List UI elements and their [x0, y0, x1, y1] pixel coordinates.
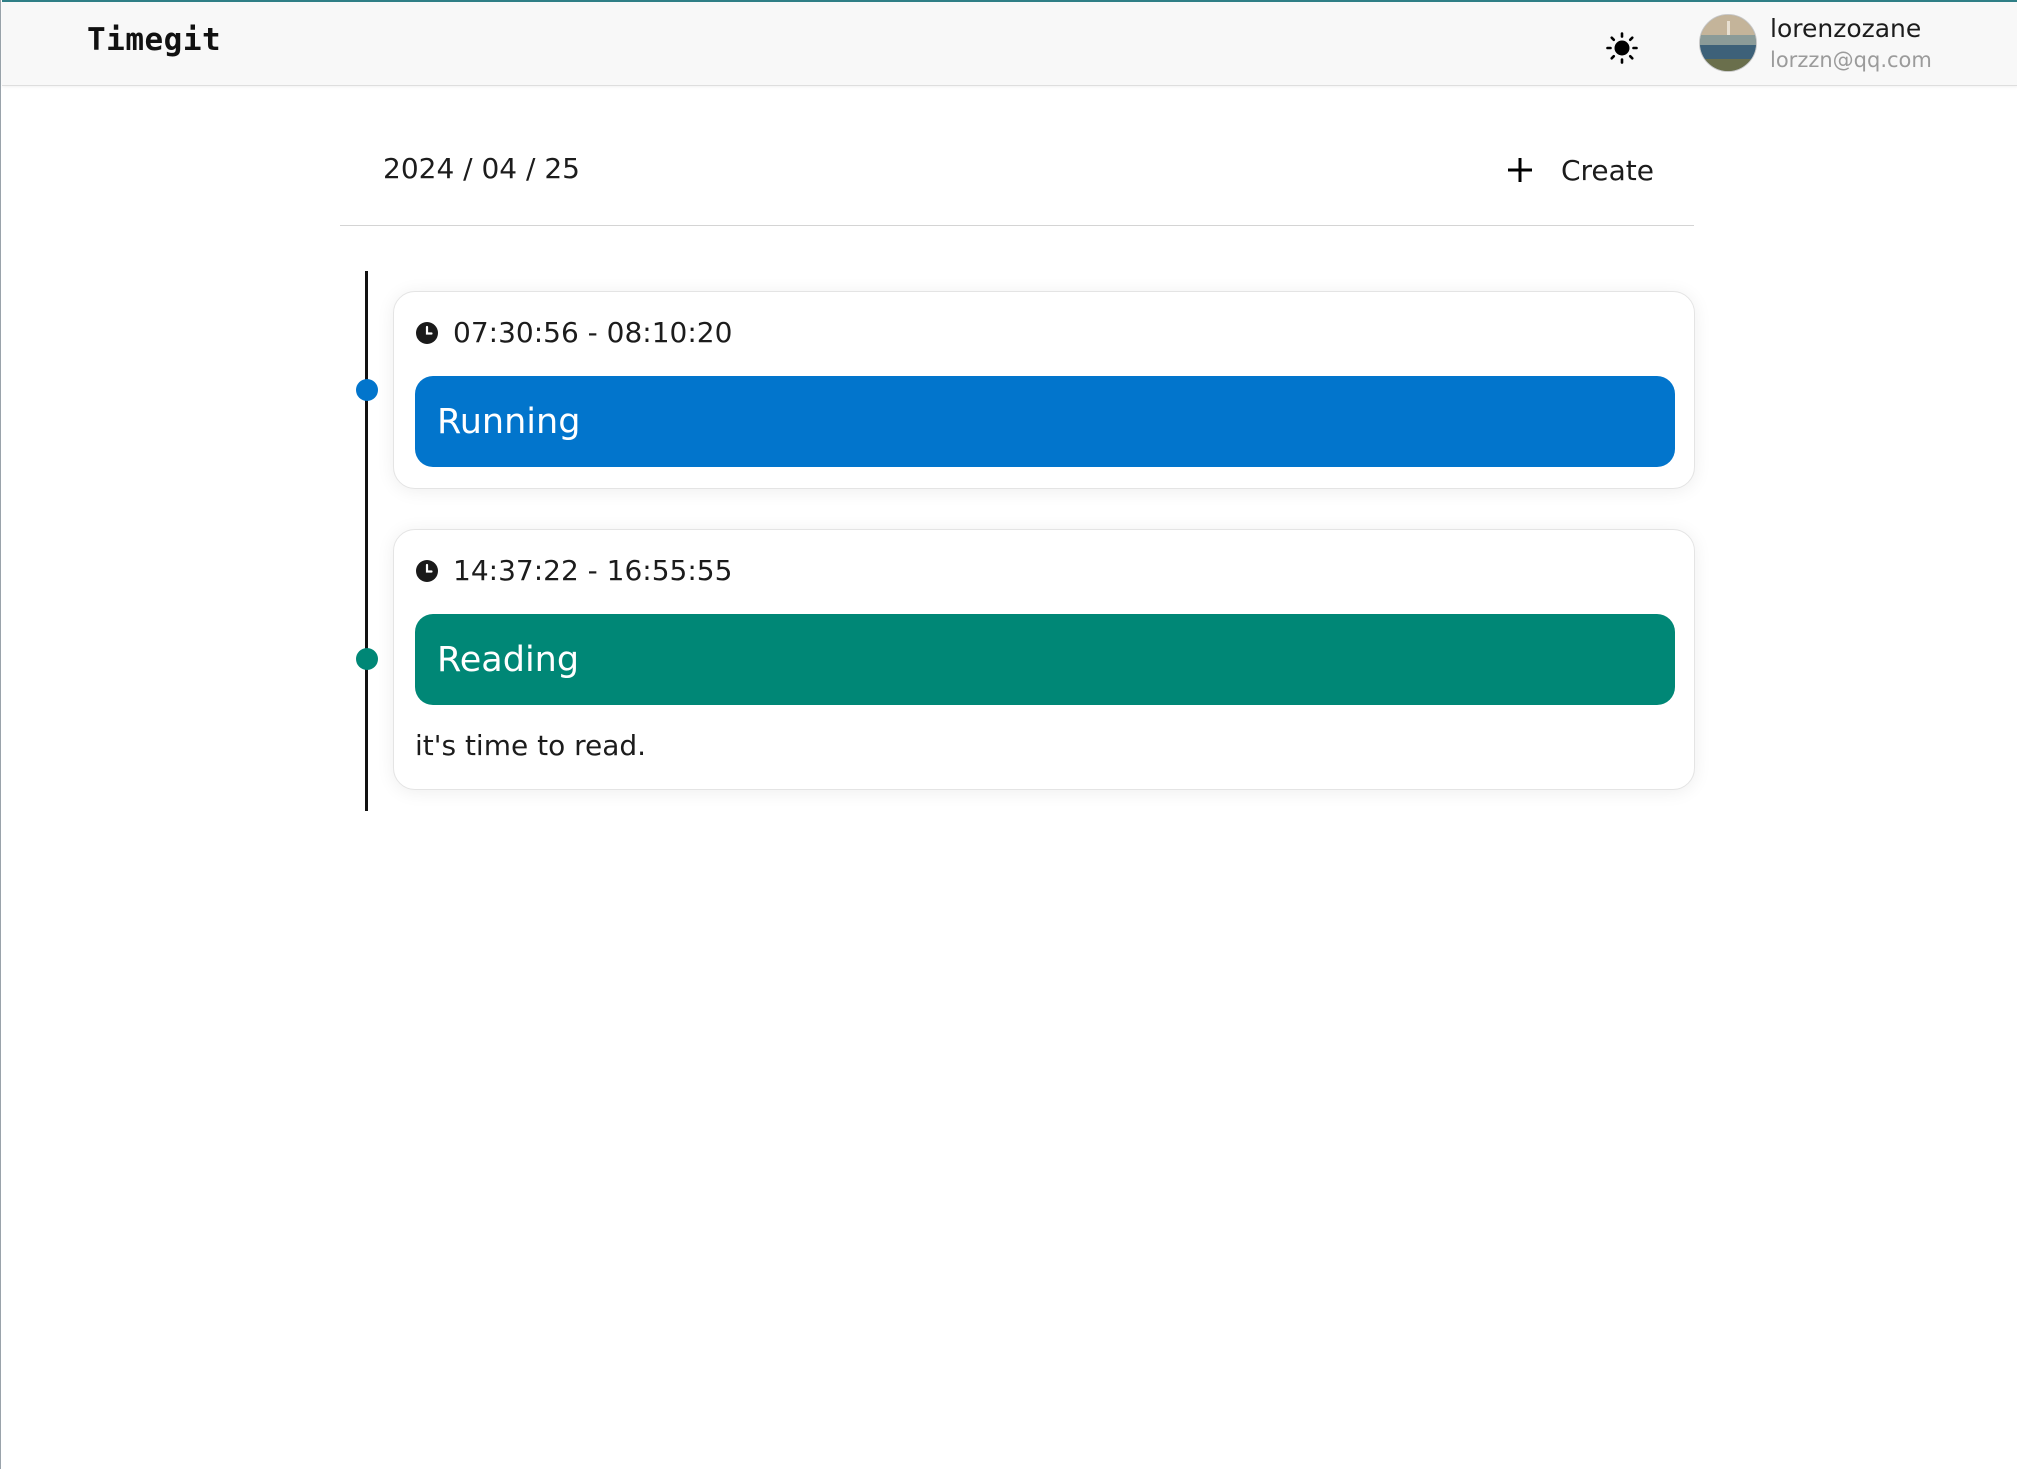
- timeline-line: [365, 271, 368, 811]
- time-range: 07:30:56 - 08:10:20: [415, 316, 732, 349]
- theme-toggle-button[interactable]: [1600, 26, 1644, 70]
- time-range-text: 14:37:22 - 16:55:55: [453, 554, 733, 587]
- app-window: Timegit lorenzozane lorzzn@qq.com 2024 /…: [0, 0, 2017, 1469]
- current-date[interactable]: 2024 / 04 / 25: [383, 152, 580, 185]
- activity-tag-label: Reading: [437, 639, 580, 680]
- app-logo[interactable]: Timegit: [87, 22, 221, 58]
- sun-icon: [1606, 32, 1638, 64]
- timeline-entry[interactable]: 14:37:22 - 16:55:55 Reading it's time to…: [393, 529, 1695, 790]
- user-email: lorzzn@qq.com: [1770, 48, 1932, 72]
- timeline-dot-reading: [356, 648, 378, 670]
- create-button-label: Create: [1560, 153, 1654, 187]
- avatar[interactable]: [1699, 14, 1757, 72]
- time-range-text: 07:30:56 - 08:10:20: [453, 316, 733, 349]
- activity-tag[interactable]: Reading: [415, 614, 1675, 705]
- entry-note: it's time to read.: [415, 729, 647, 762]
- avatar-image: [1700, 15, 1756, 71]
- create-button[interactable]: Create: [1505, 146, 1654, 194]
- date-toolbar: 2024 / 04 / 25 Create: [340, 110, 1694, 226]
- activity-tag[interactable]: Running: [415, 376, 1675, 467]
- activity-tag-label: Running: [437, 401, 581, 442]
- timeline-entry[interactable]: 07:30:56 - 08:10:20 Running: [393, 291, 1695, 489]
- plus-icon: [1507, 158, 1532, 182]
- clock-icon: [416, 321, 438, 344]
- clock-icon: [416, 559, 438, 582]
- user-name: lorenzozane: [1770, 14, 1922, 43]
- top-nav-bar: Timegit lorenzozane lorzzn@qq.com: [2, 0, 2017, 86]
- time-range: 14:37:22 - 16:55:55: [415, 554, 732, 587]
- timeline-dot-running: [356, 379, 378, 401]
